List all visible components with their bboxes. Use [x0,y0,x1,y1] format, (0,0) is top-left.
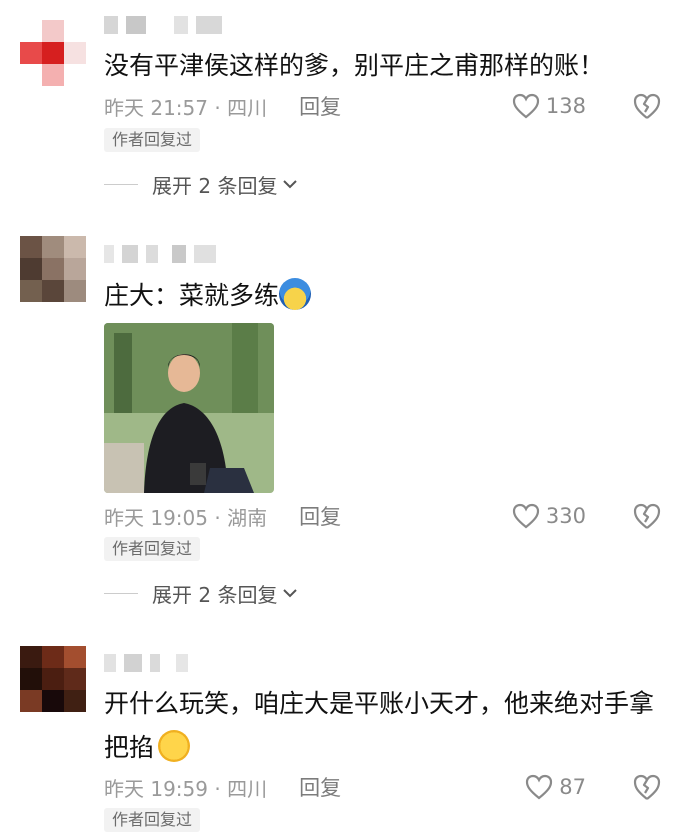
man-in-black-jacket-photo[interactable] [104,323,274,493]
avatar-pixel [20,64,42,86]
reply-button[interactable]: 回复 [299,91,341,121]
author-replied-tag: 作者回复过 [104,128,201,152]
divider [104,183,138,185]
author-replied-tag: 作者回复过 [104,808,201,832]
divider [104,592,138,594]
avatar-pixel [64,20,86,42]
timestamp-location: 昨天 21:57 · 四川 [104,95,268,120]
avatar-pixel [64,280,86,302]
avatar-pixel [64,258,86,280]
avatar-pixel [64,646,86,668]
avatar-pixel [42,258,64,280]
timestamp-location: 昨天 19:59 · 四川 [104,776,268,801]
like-count: 138 [545,94,586,118]
blue-hair-face-emoji-icon [279,278,312,310]
avatar-pixel [20,42,42,64]
avatar-pixel [42,20,64,42]
expand-replies-button[interactable]: 展开 2 条回复 [104,578,299,608]
chevron-down-icon [283,589,298,598]
avatar-pixel [20,280,42,302]
avatar-pixel [42,646,64,668]
expand-replies-button[interactable]: 展开 2 条回复 [104,169,299,199]
like-button[interactable]: 87 [525,771,586,803]
avatar-pixel [64,236,86,258]
reply-button[interactable]: 回复 [299,501,341,531]
expand-label: 展开 2 条回复 [152,173,278,198]
username-blurred[interactable] [104,241,216,267]
broken-heart-icon[interactable] [632,501,662,531]
avatar-pixel [20,258,42,280]
avatar-pixel [42,690,64,712]
username-blurred[interactable] [104,650,188,676]
avatar[interactable] [20,236,86,302]
heart-icon [526,774,553,800]
comment-text-body: 庄大：菜就多练 [104,281,280,310]
comment-text: 庄大：菜就多练 [104,274,664,318]
avatar[interactable] [20,646,86,712]
chevron-down-icon [283,180,298,189]
avatar-pixel [20,236,42,258]
like-button[interactable]: 138 [512,90,586,122]
like-count: 87 [559,775,586,799]
avatar-pixel [64,42,86,64]
photo-illustration [104,323,274,493]
broken-heart-icon[interactable] [632,91,662,121]
broken-heart-icon[interactable] [632,772,662,802]
avatar-pixel [64,64,86,86]
avatar-pixel [20,20,42,42]
username-blurred[interactable] [104,12,222,38]
avatar-pixel [20,646,42,668]
author-replied-tag: 作者回复过 [104,537,201,561]
comment-meta: 昨天 19:59 · 四川 回复 [104,771,341,803]
avatar-pixel [42,42,64,64]
avatar-pixel [64,668,86,690]
reply-button[interactable]: 回复 [299,772,341,802]
expand-label: 展开 2 条回复 [152,582,278,607]
avatar-pixel [42,280,64,302]
heart-icon [512,503,540,529]
avatar-pixel [42,668,64,690]
comment-meta: 昨天 21:57 · 四川 回复 [104,90,341,122]
like-button[interactable]: 330 [512,500,586,532]
comment-meta: 昨天 19:05 · 湖南 回复 [104,500,341,532]
thinking-face-emoji-icon [158,730,191,762]
avatar-pixel [20,668,42,690]
avatar-pixel [20,690,42,712]
comment-text: 没有平津侯这样的爹，别平庄之甫那样的账！ [104,51,605,80]
avatar[interactable] [20,20,86,86]
like-count: 330 [545,504,586,528]
avatar-pixel [42,64,64,86]
timestamp-location: 昨天 19:05 · 湖南 [104,505,268,530]
avatar-pixel [64,690,86,712]
heart-icon [512,93,540,119]
avatar-pixel [42,236,64,258]
comment-text: 开什么玩笑，咱庄大是平账小天才，他来绝对手拿把掐 [104,682,664,770]
